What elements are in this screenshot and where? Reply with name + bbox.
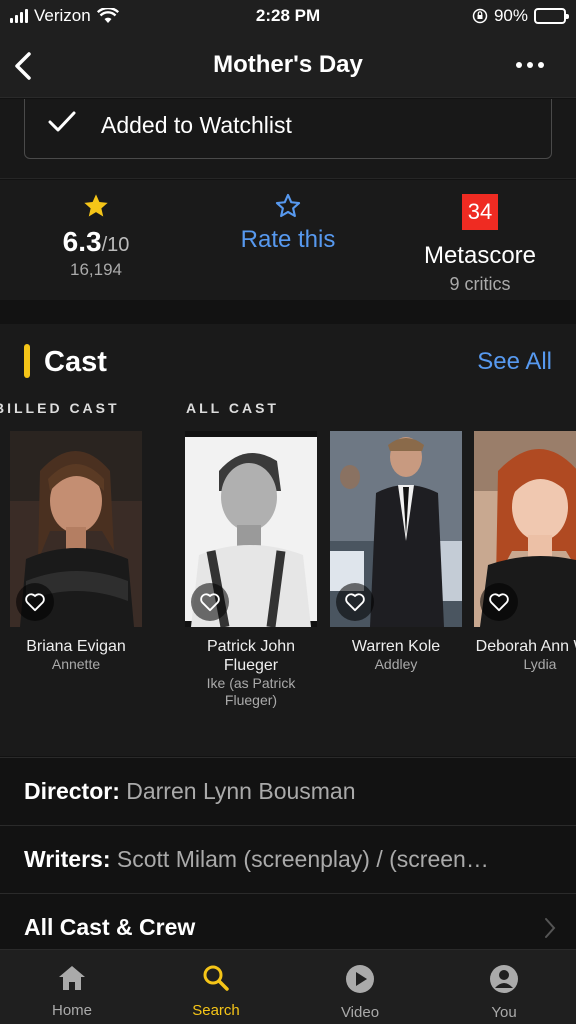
watchlist-label: Added to Watchlist	[101, 112, 292, 138]
battery-icon	[534, 8, 569, 24]
home-icon	[59, 966, 85, 990]
cast-card[interactable]: Warren Kole Addley	[330, 431, 462, 673]
cast-photo[interactable]	[185, 431, 317, 627]
tab-search-label: Search	[192, 1002, 240, 1019]
ratings-bar: 6.3/10 16,194 Rate this 34 Metascore 9 c…	[0, 180, 576, 300]
metascore-label: Metascore	[423, 242, 537, 269]
cast-name: Warren Kole	[351, 638, 441, 655]
cast-photo[interactable]	[330, 431, 462, 627]
star-filled-icon	[84, 194, 108, 217]
watchlist-area: Added to Watchlist	[0, 99, 576, 179]
cast-role: Addley	[374, 656, 418, 672]
rate-this-button[interactable]: Rate this	[192, 180, 384, 300]
imdb-score-outof: /10	[101, 234, 130, 256]
status-right: 90%	[472, 6, 569, 26]
tab-video-label: Video	[340, 1004, 380, 1021]
status-bar: Verizon 2:28 PM 90%	[0, 0, 576, 34]
chevron-right-icon	[545, 918, 556, 938]
cast-role: Ike (as Patrick Flueger)	[206, 675, 296, 708]
favorite-heart-icon[interactable]	[16, 583, 54, 621]
rate-this-label: Rate this	[240, 226, 336, 253]
writers-value: Scott Milam (screenplay) / (screen…	[116, 846, 489, 872]
tab-video[interactable]: Video	[288, 950, 432, 1024]
cast-card[interactable]: Briana Evigan Annette	[10, 431, 142, 673]
navigation-bar: Mother's Day	[0, 34, 576, 98]
cast-title: Cast	[44, 346, 107, 378]
page-title: Mother's Day	[213, 51, 363, 78]
favorite-heart-icon[interactable]	[336, 583, 374, 621]
favorite-heart-icon[interactable]	[480, 583, 518, 621]
favorite-heart-icon[interactable]	[191, 583, 229, 621]
tab-you[interactable]: You	[432, 950, 576, 1024]
orientation-lock-icon	[472, 8, 488, 24]
director-row[interactable]: Director: Darren Lynn Bousman	[0, 757, 576, 825]
cast-name: Patrick John Flueger	[206, 638, 296, 674]
checkmark-icon	[48, 111, 76, 132]
cast-section: Cast See All BILLED CAST ALL CAST Briana…	[0, 324, 576, 756]
cast-card[interactable]: Deborah Ann Woll Lydia	[474, 431, 576, 673]
tab-you-label: You	[491, 1004, 517, 1021]
director-value: Darren Lynn Bousman	[126, 778, 356, 804]
cast-photo[interactable]	[10, 431, 142, 627]
star-outline-icon	[275, 193, 301, 218]
writers-label: Writers:	[24, 846, 111, 872]
writers-text: Writers: Scott Milam (screenplay) / (scr…	[24, 846, 489, 873]
metascore[interactable]: 34 Metascore 9 critics	[384, 180, 576, 300]
cast-role: Lydia	[523, 656, 557, 672]
filter-billed-cast[interactable]: BILLED CAST	[0, 400, 120, 416]
imdb-score: 6.3/10	[0, 226, 192, 258]
cast-name: Briana Evigan	[26, 638, 126, 655]
tab-home-label: Home	[51, 1002, 92, 1019]
section-accent-bar	[24, 344, 30, 378]
profile-icon	[490, 965, 518, 993]
imdb-score-value: 6.3	[62, 226, 102, 257]
imdb-vote-count: 16,194	[70, 260, 122, 279]
writers-row[interactable]: Writers: Scott Milam (screenplay) / (scr…	[0, 825, 576, 893]
director-text: Director: Darren Lynn Bousman	[24, 778, 356, 805]
director-label: Director:	[24, 778, 120, 804]
tab-bar: Home Search Video You	[0, 949, 576, 1024]
all-cast-crew-row[interactable]: All Cast & Crew	[0, 893, 576, 949]
battery-percent: 90%	[493, 6, 528, 25]
see-all-link[interactable]: See All	[477, 348, 552, 376]
scroll-content[interactable]: Added to Watchlist 6.3/10 16,194 Rate th…	[0, 99, 576, 949]
watchlist-button[interactable]: Added to Watchlist	[24, 99, 552, 159]
cast-card[interactable]: Patrick John Flueger Ike (as Patrick Flu…	[185, 431, 317, 709]
tab-search[interactable]: Search	[144, 950, 288, 1024]
filter-all-cast[interactable]: ALL CAST	[186, 400, 279, 416]
play-circle-icon	[346, 965, 374, 993]
cast-name: Deborah Ann Woll	[475, 638, 576, 655]
tab-home[interactable]: Home	[0, 950, 144, 1024]
all-cast-crew-label: All Cast & Crew	[24, 914, 196, 940]
more-options-icon[interactable]	[516, 62, 544, 68]
metascore-critics: 9 critics	[449, 274, 511, 294]
cast-photo[interactable]	[474, 431, 576, 627]
cast-role: Annette	[51, 656, 101, 672]
metascore-badge: 34	[462, 194, 498, 230]
search-icon	[203, 965, 229, 991]
all-cast-crew-text: All Cast & Crew	[24, 914, 195, 941]
imdb-rating[interactable]: 6.3/10 16,194	[0, 180, 192, 300]
